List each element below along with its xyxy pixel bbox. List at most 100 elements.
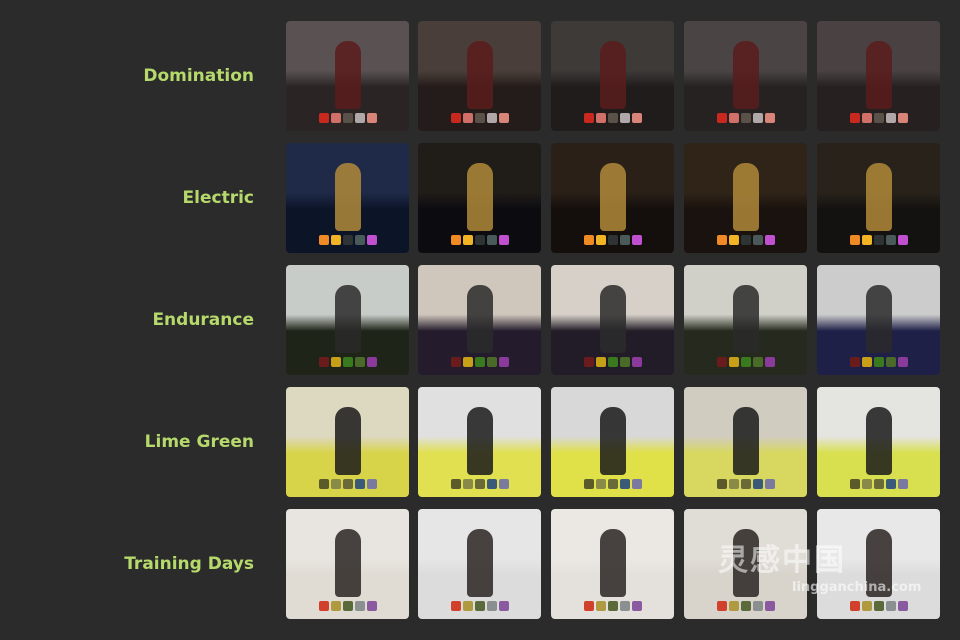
photo-subject <box>732 284 759 353</box>
color-swatch <box>849 235 860 245</box>
color-swatch <box>897 357 908 367</box>
color-swatch <box>330 357 341 367</box>
color-swatch <box>450 235 461 245</box>
color-swatch <box>583 357 594 367</box>
color-swatch <box>873 113 884 123</box>
color-swatch <box>764 479 775 489</box>
color-swatch <box>450 357 461 367</box>
color-swatch <box>752 357 763 367</box>
color-swatch <box>366 357 377 367</box>
color-swatch <box>474 479 485 489</box>
photo-subject <box>865 406 892 475</box>
color-swatch <box>366 601 377 611</box>
preset-preview-image[interactable] <box>684 387 807 497</box>
color-swatch <box>752 113 763 123</box>
color-swatch <box>849 113 860 123</box>
preset-preview-image[interactable] <box>286 21 409 131</box>
color-swatch <box>861 235 872 245</box>
color-swatch <box>861 357 872 367</box>
color-palette <box>286 113 409 123</box>
photo-subject <box>334 284 361 353</box>
color-palette <box>418 479 541 489</box>
color-swatch <box>897 235 908 245</box>
color-swatch <box>354 479 365 489</box>
preset-row: Electric <box>0 143 960 253</box>
color-swatch <box>342 601 353 611</box>
color-swatch <box>330 601 341 611</box>
color-swatch <box>728 479 739 489</box>
color-swatch <box>354 235 365 245</box>
color-swatch <box>498 357 509 367</box>
color-swatch <box>849 479 860 489</box>
color-swatch <box>764 113 775 123</box>
photo-subject <box>732 406 759 475</box>
photo-subject <box>466 406 493 475</box>
color-swatch <box>873 357 884 367</box>
color-swatch <box>342 113 353 123</box>
color-swatch <box>595 113 606 123</box>
color-palette <box>286 235 409 245</box>
color-swatch <box>450 479 461 489</box>
color-swatch <box>716 235 727 245</box>
photo-subject <box>599 528 626 597</box>
preset-preview-image[interactable] <box>551 21 674 131</box>
color-swatch <box>462 479 473 489</box>
color-palette <box>551 479 674 489</box>
preset-preview-image[interactable] <box>286 387 409 497</box>
color-swatch <box>595 235 606 245</box>
color-palette <box>817 357 940 367</box>
preset-preview-image[interactable] <box>418 21 541 131</box>
preset-preview-image[interactable] <box>418 143 541 253</box>
color-swatch <box>619 357 630 367</box>
preset-preview-image[interactable] <box>551 509 674 619</box>
color-swatch <box>885 235 896 245</box>
color-swatch <box>595 357 606 367</box>
color-palette <box>286 601 409 611</box>
color-swatch <box>595 479 606 489</box>
color-swatch <box>450 601 461 611</box>
preset-preview-image[interactable] <box>551 387 674 497</box>
color-swatch <box>764 357 775 367</box>
preset-preview-image[interactable] <box>817 265 940 375</box>
preset-preview-image[interactable] <box>551 143 674 253</box>
color-palette <box>684 601 807 611</box>
color-palette <box>817 601 940 611</box>
preset-row: Endurance <box>0 265 960 375</box>
color-swatch <box>740 357 751 367</box>
preset-preview-image[interactable] <box>418 509 541 619</box>
preset-preview-image[interactable] <box>286 265 409 375</box>
color-swatch <box>607 479 618 489</box>
color-swatch <box>740 601 751 611</box>
photo-subject <box>599 406 626 475</box>
color-swatch <box>583 235 594 245</box>
preset-preview-image[interactable] <box>418 387 541 497</box>
color-swatch <box>885 479 896 489</box>
color-swatch <box>716 113 727 123</box>
color-palette <box>551 235 674 245</box>
color-swatch <box>354 113 365 123</box>
preset-preview-image[interactable] <box>286 143 409 253</box>
color-swatch <box>474 601 485 611</box>
color-swatch <box>631 357 642 367</box>
preset-preview-image[interactable] <box>817 143 940 253</box>
color-swatch <box>498 235 509 245</box>
preset-preview-image[interactable] <box>684 21 807 131</box>
color-swatch <box>474 235 485 245</box>
preset-preview-image[interactable] <box>684 265 807 375</box>
preset-row: Domination <box>0 21 960 131</box>
color-swatch <box>330 113 341 123</box>
preset-preview-image[interactable] <box>551 265 674 375</box>
preset-preview-image[interactable] <box>286 509 409 619</box>
color-swatch <box>897 113 908 123</box>
color-swatch <box>607 235 618 245</box>
color-swatch <box>861 113 872 123</box>
photo-subject <box>732 162 759 231</box>
preset-preview-image[interactable] <box>817 387 940 497</box>
preset-preview-image[interactable] <box>817 21 940 131</box>
preset-preview-image[interactable] <box>418 265 541 375</box>
photo-subject <box>865 40 892 109</box>
color-swatch <box>740 479 751 489</box>
color-palette <box>817 479 940 489</box>
color-swatch <box>619 601 630 611</box>
preset-preview-image[interactable] <box>684 143 807 253</box>
